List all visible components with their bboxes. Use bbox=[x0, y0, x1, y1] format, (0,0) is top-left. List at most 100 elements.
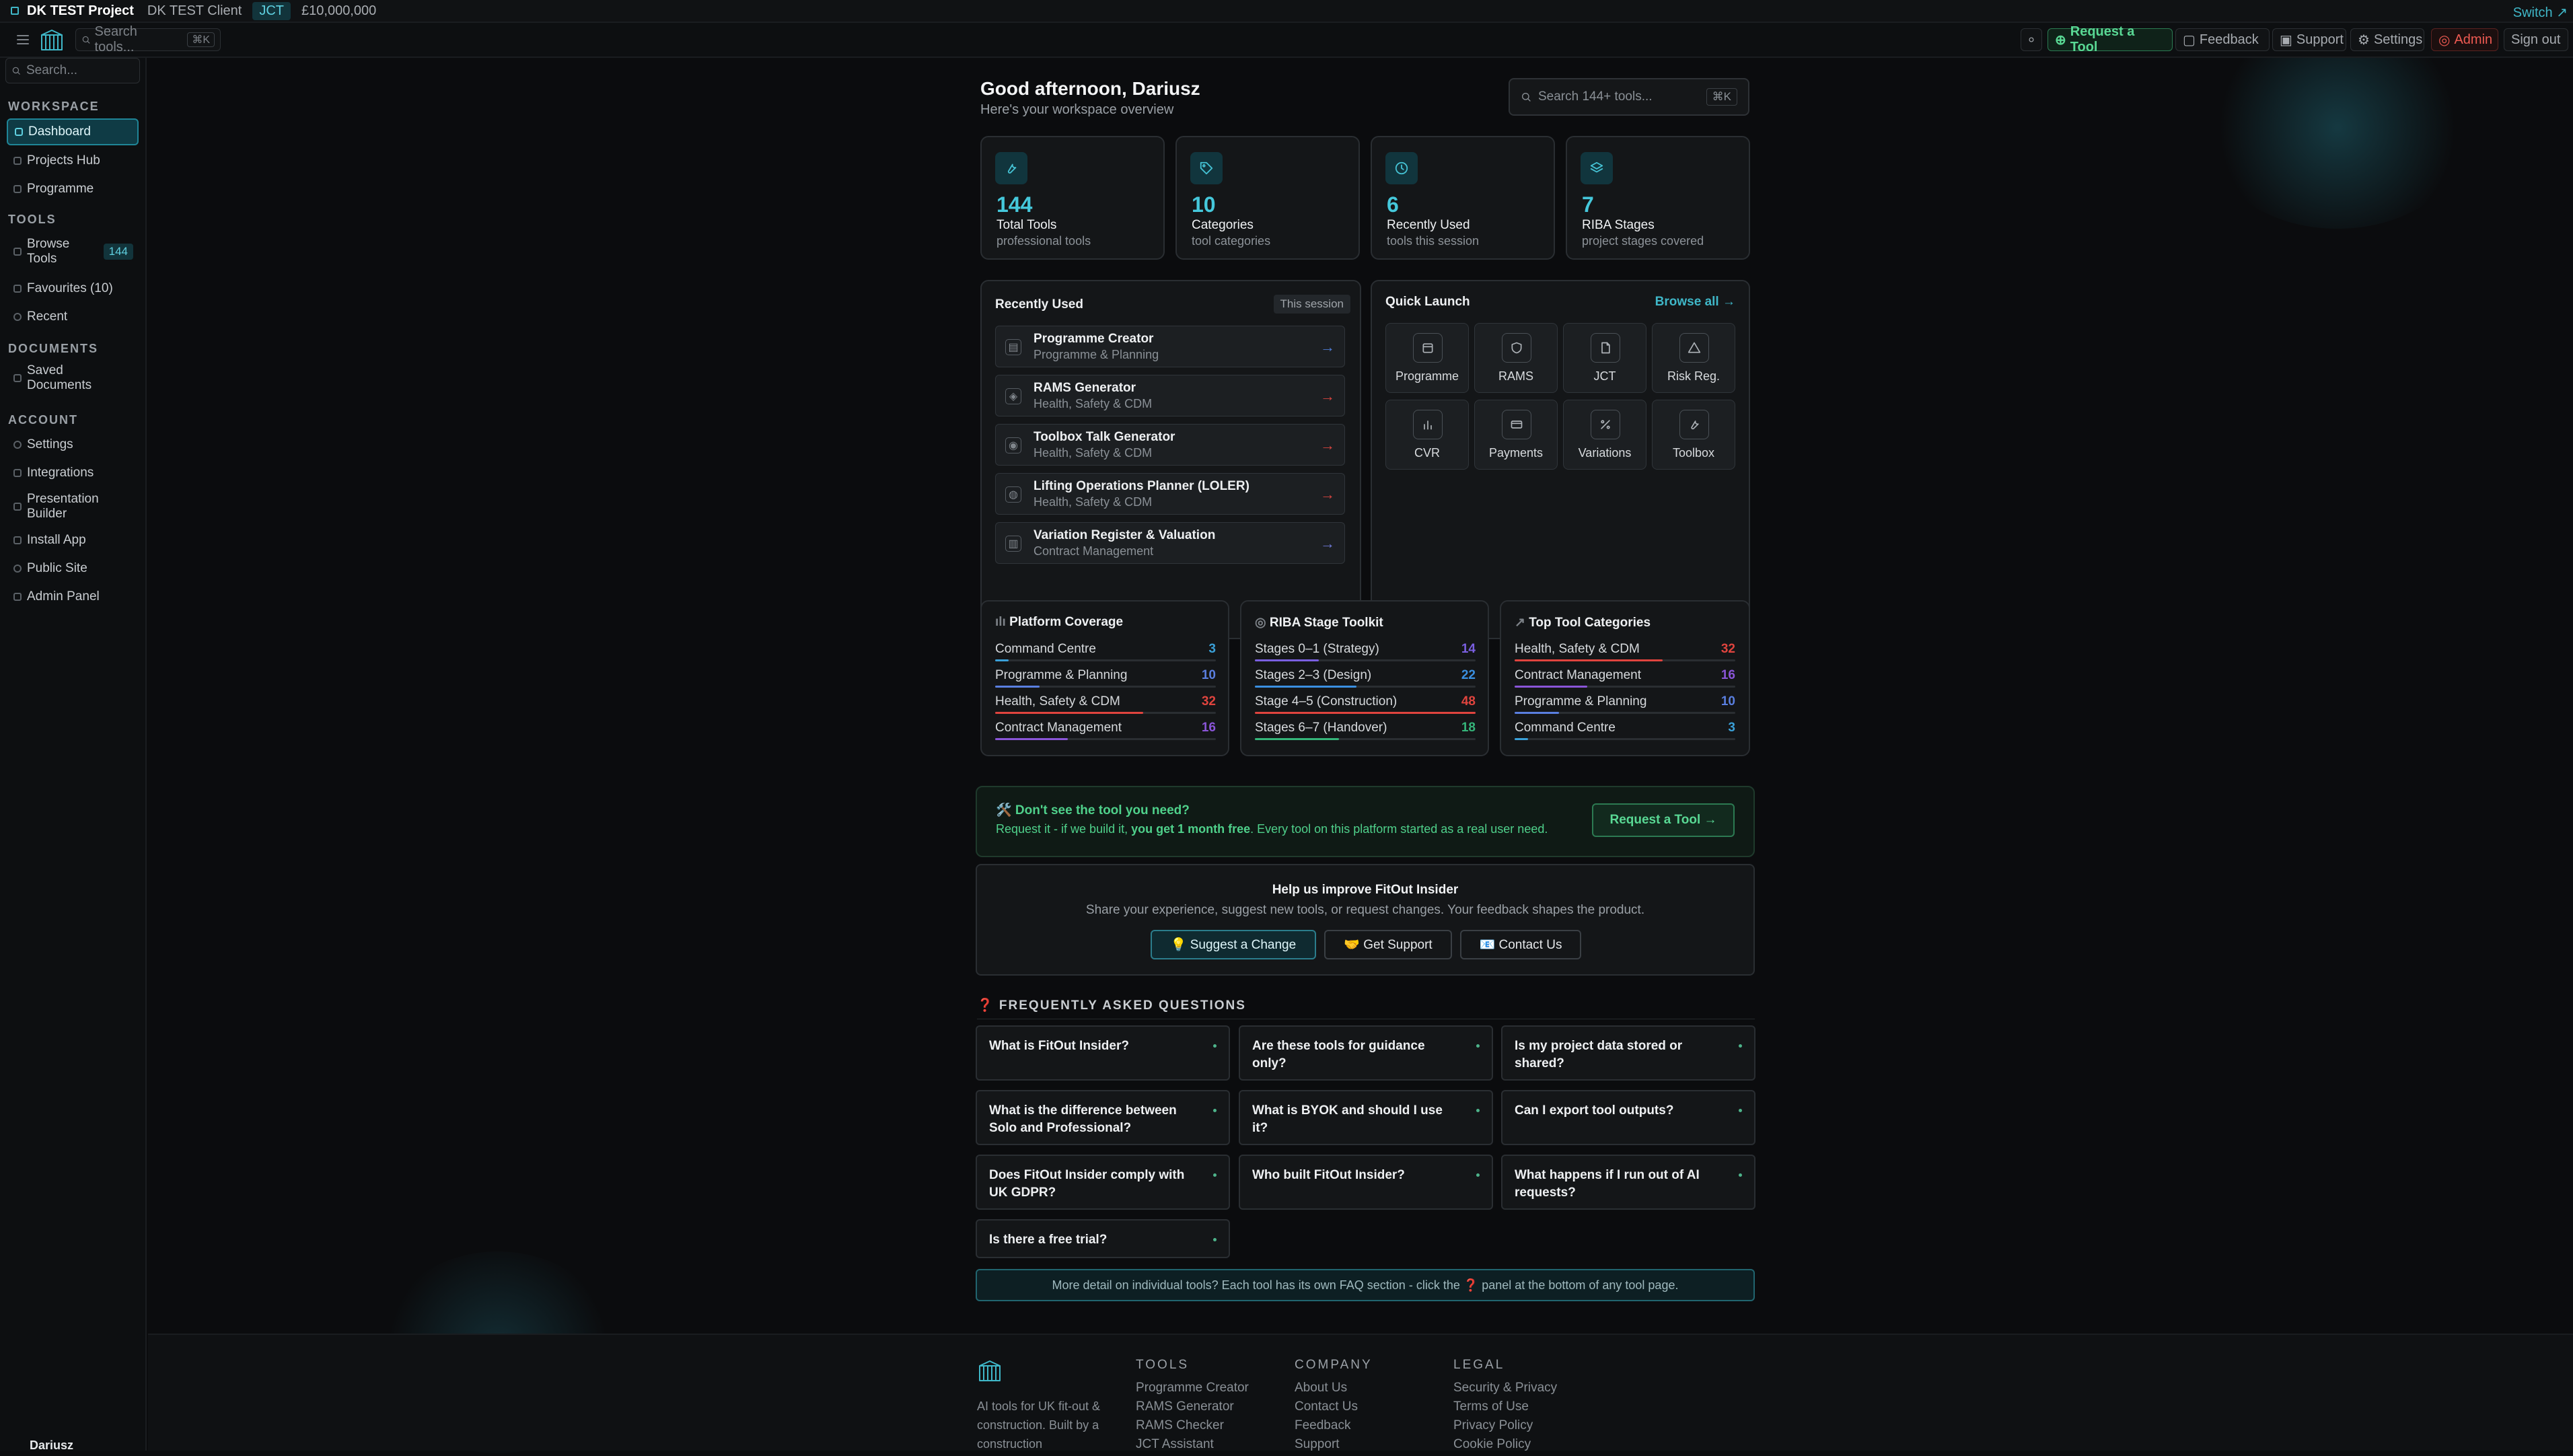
theme-toggle-button[interactable] bbox=[2021, 28, 2042, 51]
footer-link[interactable]: Cookie Policy bbox=[1453, 1437, 1557, 1456]
sidebar-item-public-site[interactable]: Public Site bbox=[7, 556, 139, 581]
quick-launch-variations[interactable]: Variations bbox=[1563, 400, 1646, 470]
suggest-change-button[interactable]: 💡 Suggest a Change bbox=[1151, 930, 1316, 959]
coverage-row: Command Centre 3 bbox=[1515, 721, 1735, 745]
quick-launch-jct[interactable]: JCT bbox=[1563, 323, 1646, 393]
tile-label: Payments bbox=[1488, 446, 1544, 460]
recent-tool-item[interactable]: ▤ Programme Creator Programme & Planning… bbox=[995, 326, 1345, 367]
stat-card-categories[interactable]: 10 Categories tool categories bbox=[1175, 136, 1360, 260]
shield-icon bbox=[13, 593, 22, 601]
faq-item[interactable]: What is the difference between Solo and … bbox=[976, 1090, 1230, 1145]
quick-launch-programme[interactable]: Programme bbox=[1385, 323, 1469, 393]
faq-item[interactable]: What is FitOut Insider? bbox=[976, 1025, 1230, 1081]
row-label: Programme & Planning bbox=[1515, 694, 1647, 708]
admin-button[interactable]: ◎ Admin bbox=[2431, 28, 2498, 51]
sidebar-item-projects-hub[interactable]: Projects Hub bbox=[7, 148, 139, 174]
footer-logo-icon[interactable] bbox=[977, 1359, 1004, 1385]
footer-link[interactable]: Contact Us bbox=[1295, 1399, 1373, 1418]
recent-tool-item[interactable]: ◈ RAMS Generator Health, Safety & CDM → bbox=[995, 375, 1345, 416]
faq-item[interactable]: Does FitOut Insider comply with UK GDPR? bbox=[976, 1155, 1230, 1210]
top-search-input[interactable]: Search tools... ⌘K bbox=[75, 24, 221, 54]
sidebar-item-dashboard[interactable]: Dashboard bbox=[7, 118, 139, 145]
footer-link[interactable]: Terms of Use bbox=[1453, 1399, 1557, 1418]
row-label: Health, Safety & CDM bbox=[1515, 642, 1640, 656]
recent-tool-item[interactable]: ▥ Variation Register & Valuation Contrac… bbox=[995, 522, 1345, 564]
sign-out-button[interactable]: Sign out bbox=[2504, 28, 2568, 51]
switch-project-link[interactable]: Switch ↗ bbox=[2513, 4, 2568, 21]
coverage-row: Programme & Planning 10 bbox=[1515, 694, 1735, 719]
footer-link[interactable]: RAMS Generator bbox=[1136, 1399, 1249, 1418]
stat-value: 6 bbox=[1387, 192, 1399, 217]
feedback-button[interactable]: ▢ Feedback bbox=[2175, 28, 2270, 51]
progress-fill bbox=[1255, 738, 1339, 740]
tools-search-input[interactable]: Search 144+ tools... ⌘K bbox=[1509, 78, 1749, 116]
footer-link[interactable]: Support bbox=[1295, 1437, 1373, 1456]
stat-card-total-tools[interactable]: 144 Total Tools professional tools bbox=[980, 136, 1165, 260]
faq-item[interactable]: Who built FitOut Insider? bbox=[1239, 1155, 1493, 1210]
footer-link[interactable]: Programme Creator bbox=[1136, 1381, 1249, 1399]
recent-tool-item[interactable]: ◍ Lifting Operations Planner (LOLER) Hea… bbox=[995, 473, 1345, 515]
sidebar-item-recent[interactable]: Recent bbox=[7, 304, 139, 330]
recent-tool-item[interactable]: ◉ Toolbox Talk Generator Health, Safety … bbox=[995, 424, 1345, 466]
arrow-right-icon: → bbox=[1320, 535, 1335, 552]
faq-question: What is FitOut Insider? bbox=[989, 1039, 1129, 1053]
coverage-row: Health, Safety & CDM 32 bbox=[995, 694, 1216, 719]
menu-icon[interactable] bbox=[16, 34, 30, 46]
quick-launch-cvr[interactable]: CVR bbox=[1385, 400, 1469, 470]
sidebar-item-install-app[interactable]: Install App bbox=[7, 527, 139, 553]
faq-item[interactable]: What happens if I run out of AI requests… bbox=[1501, 1155, 1755, 1210]
banner-request-button[interactable]: Request a Tool → bbox=[1592, 803, 1735, 837]
stat-card-riba-stages[interactable]: 7 RIBA Stages project stages covered bbox=[1566, 136, 1750, 260]
faq-item[interactable]: Are these tools for guidance only? bbox=[1239, 1025, 1493, 1081]
faq-question: Can I export tool outputs? bbox=[1515, 1103, 1674, 1118]
faq-item[interactable]: Can I export tool outputs? bbox=[1501, 1090, 1755, 1145]
footer-link[interactable]: RAMS Checker bbox=[1136, 1418, 1249, 1437]
project-name[interactable]: DK TEST Project bbox=[27, 3, 134, 19]
faq-question: Who built FitOut Insider? bbox=[1252, 1168, 1405, 1182]
shield-icon bbox=[1502, 333, 1531, 363]
support-icon: ▣ bbox=[2280, 32, 2292, 48]
faq-more-detail-note: More detail on individual tools? Each to… bbox=[976, 1269, 1755, 1301]
footer-link[interactable]: JCT Assistant bbox=[1136, 1437, 1249, 1456]
settings-button[interactable]: ⚙ Settings bbox=[2350, 28, 2424, 51]
sun-icon bbox=[2029, 37, 2034, 42]
sidebar-item-saved-documents[interactable]: Saved Documents bbox=[7, 361, 139, 396]
support-button[interactable]: ▣ Support bbox=[2272, 28, 2346, 51]
browse-all-link[interactable]: Browse all → bbox=[1655, 295, 1735, 310]
session-badge: This session bbox=[1273, 295, 1350, 314]
quick-launch-rams[interactable]: RAMS bbox=[1474, 323, 1558, 393]
faq-item[interactable]: Is my project data stored or shared? bbox=[1501, 1025, 1755, 1081]
sidebar-search-input[interactable]: Search... bbox=[5, 58, 140, 83]
stat-card-recently-used[interactable]: 6 Recently Used tools this session bbox=[1371, 136, 1555, 260]
quick-launch-title: Quick Launch bbox=[1385, 295, 1470, 309]
faq-item[interactable]: Is there a free trial? bbox=[976, 1219, 1230, 1258]
progress-fill bbox=[1515, 686, 1588, 688]
faq-item[interactable]: What is BYOK and should I use it? bbox=[1239, 1090, 1493, 1145]
admin-label: Admin bbox=[2454, 32, 2493, 47]
quick-launch-toolbox[interactable]: Toolbox bbox=[1652, 400, 1735, 470]
link-icon bbox=[13, 469, 22, 477]
sidebar-item-favourites[interactable]: Favourites (10) bbox=[7, 276, 139, 301]
footer-link[interactable]: About Us bbox=[1295, 1381, 1373, 1399]
sliders-icon bbox=[1591, 410, 1620, 439]
row-label: Health, Safety & CDM bbox=[995, 694, 1120, 708]
logo-icon[interactable] bbox=[39, 28, 65, 52]
quick-launch-payments[interactable]: Payments bbox=[1474, 400, 1558, 470]
gear-icon: ⚙ bbox=[2358, 32, 2370, 48]
sidebar-item-browse-tools[interactable]: Browse Tools 144 bbox=[7, 234, 139, 269]
sidebar-item-programme[interactable]: Programme bbox=[7, 176, 139, 202]
request-tool-banner: 🛠️ Don't see the tool you need? Request … bbox=[976, 786, 1755, 857]
sidebar-item-integrations[interactable]: Integrations bbox=[7, 460, 139, 486]
footer-link[interactable]: Feedback bbox=[1295, 1418, 1373, 1437]
footer-link[interactable]: Security & Privacy bbox=[1453, 1381, 1557, 1399]
contact-us-button[interactable]: 📧 Contact Us bbox=[1460, 930, 1581, 959]
footer-link[interactable]: Privacy Policy bbox=[1453, 1418, 1557, 1437]
warning-icon bbox=[1679, 333, 1709, 363]
sidebar-item-admin-panel[interactable]: Admin Panel bbox=[7, 584, 139, 610]
quick-launch-risk-reg[interactable]: Risk Reg. bbox=[1652, 323, 1735, 393]
request-tool-button[interactable]: ⊕ Request a Tool bbox=[2047, 24, 2173, 54]
sidebar-item-settings[interactable]: Settings bbox=[7, 432, 139, 458]
tile-label: RAMS bbox=[1498, 369, 1533, 383]
sidebar-item-presentation-builder[interactable]: Presentation Builder bbox=[7, 488, 139, 525]
get-support-button[interactable]: 🤝 Get Support bbox=[1324, 930, 1452, 959]
